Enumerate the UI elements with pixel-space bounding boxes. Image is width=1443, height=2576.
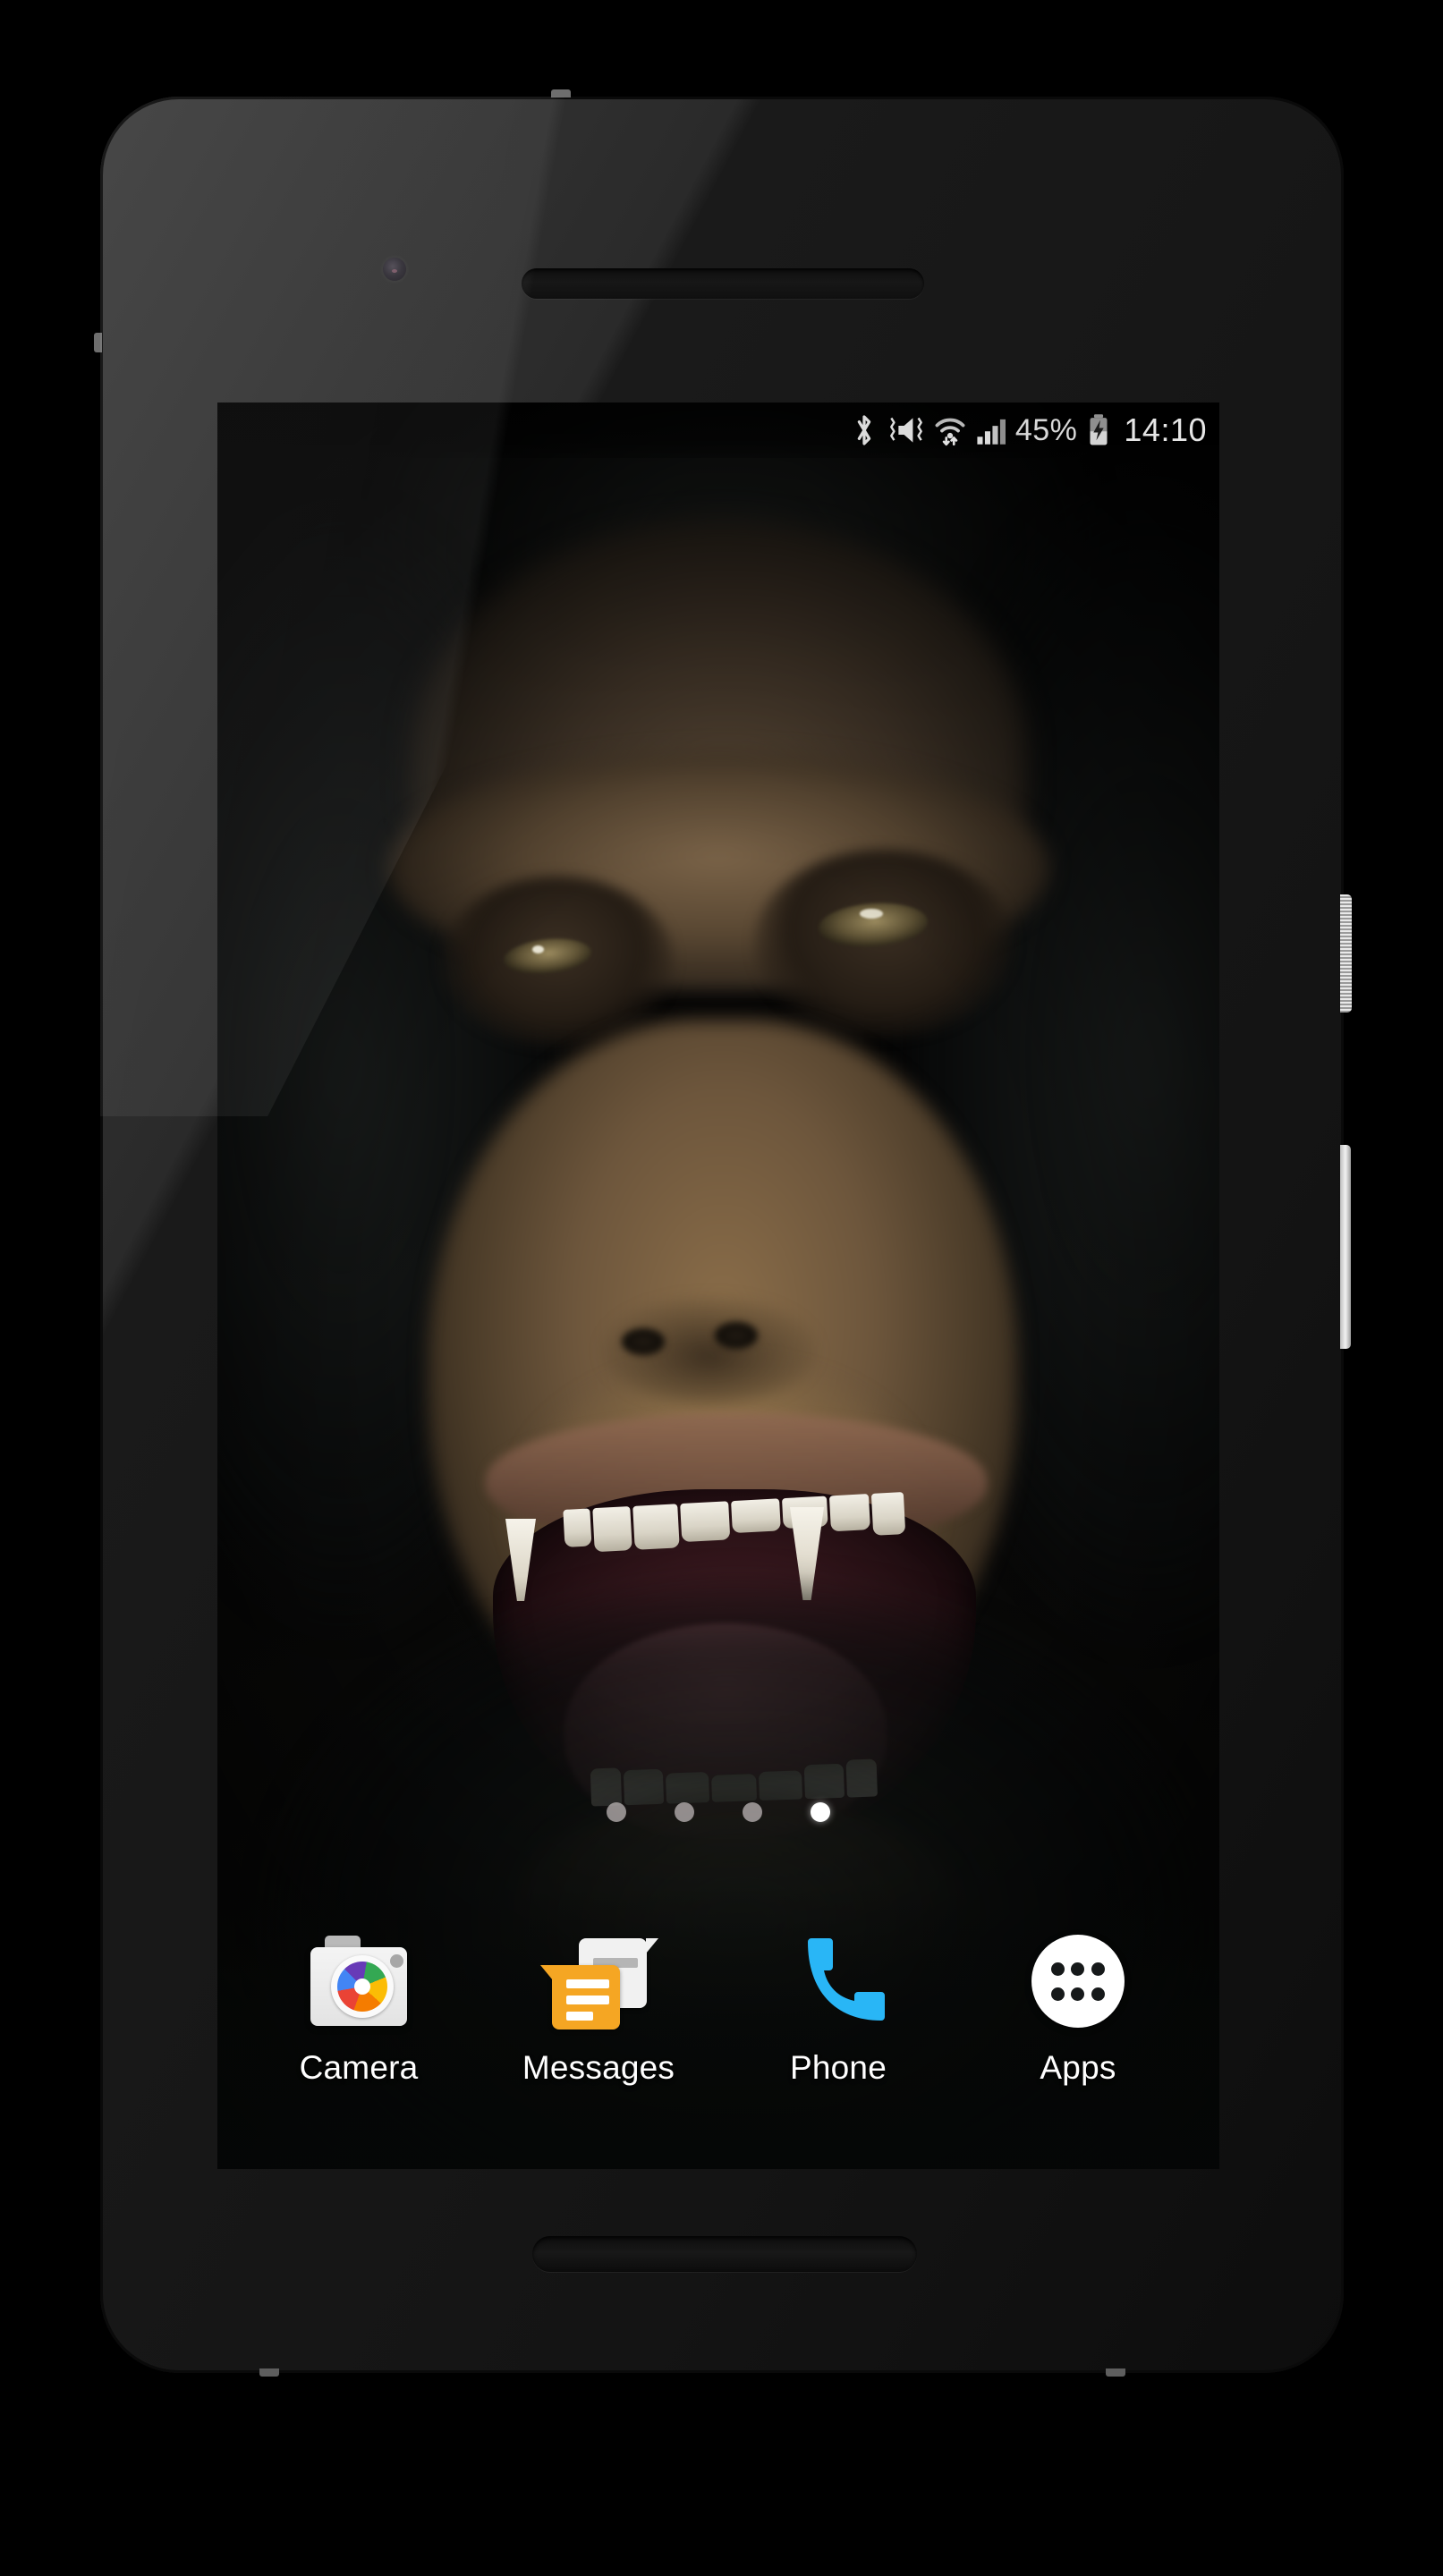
bluetooth-icon	[851, 413, 878, 447]
dock-item-apps[interactable]: Apps	[989, 1928, 1167, 2087]
dock-label-apps: Apps	[1040, 2049, 1116, 2086]
camera-icon-aperture	[337, 1962, 387, 2012]
dock-label-messages: Messages	[522, 2049, 675, 2086]
messages-icon-line-1	[566, 1979, 609, 1988]
page-dot-4[interactable]	[811, 1802, 830, 1822]
status-clock: 14:10	[1124, 411, 1207, 448]
dock-label-phone: Phone	[790, 2049, 887, 2086]
dock-item-phone[interactable]: Phone	[749, 1928, 928, 2087]
page-dot-3[interactable]	[743, 1802, 762, 1822]
volume-mute-vibrate-icon	[887, 413, 925, 447]
apps-drawer-icon[interactable]	[1024, 1928, 1132, 2035]
battery-charging-icon	[1087, 413, 1110, 447]
page-dot-1[interactable]	[607, 1802, 626, 1822]
dock: Camera Messages Phone Apps	[217, 1928, 1219, 2087]
chimpanzee-face-wallpaper	[217, 402, 1219, 2169]
apps-dot-6	[1091, 1987, 1106, 2001]
apps-drawer-circle	[1031, 1935, 1125, 2028]
dock-item-messages[interactable]: Messages	[509, 1928, 688, 2087]
messages-icon[interactable]	[540, 1928, 658, 2035]
phone-icon[interactable]	[785, 1928, 892, 2035]
page-dot-2[interactable]	[675, 1802, 694, 1822]
messages-icon-line-3	[566, 2012, 593, 2021]
antenna-notch-bottom-left	[259, 2368, 279, 2377]
power-button[interactable]	[1340, 894, 1352, 1013]
apps-dot-3	[1091, 1962, 1106, 1976]
apps-dot-1	[1050, 1962, 1065, 1976]
camera-icon[interactable]	[305, 1928, 412, 2035]
apps-dot-5	[1071, 1987, 1085, 2001]
phone-screen[interactable]: 45% 14:10 Camera Messages Phone Apps	[217, 402, 1219, 2169]
antenna-notch-left	[94, 333, 102, 352]
apps-dot-2	[1071, 1962, 1085, 1976]
dock-item-camera[interactable]: Camera	[269, 1928, 448, 2087]
dock-label-camera: Camera	[299, 2049, 419, 2086]
wifi-icon	[935, 413, 965, 447]
antenna-notch-top	[551, 89, 571, 97]
camera-icon-flash-dot	[390, 1954, 403, 1968]
apps-dot-4	[1050, 1987, 1065, 2001]
status-bar[interactable]: 45% 14:10	[217, 402, 1219, 458]
battery-percent-label: 45%	[1014, 412, 1078, 447]
volume-rocker[interactable]	[1340, 1145, 1351, 1349]
messages-icon-line-2	[566, 1996, 609, 2004]
bottom-speaker	[532, 2236, 917, 2272]
page-indicator[interactable]	[217, 1802, 1219, 1822]
earpiece-speaker	[522, 268, 924, 299]
cellular-signal-icon	[975, 413, 1006, 447]
front-camera-icon	[383, 258, 406, 281]
phone-handset-glyph	[808, 1938, 885, 2021]
antenna-notch-bottom-right	[1106, 2368, 1125, 2377]
